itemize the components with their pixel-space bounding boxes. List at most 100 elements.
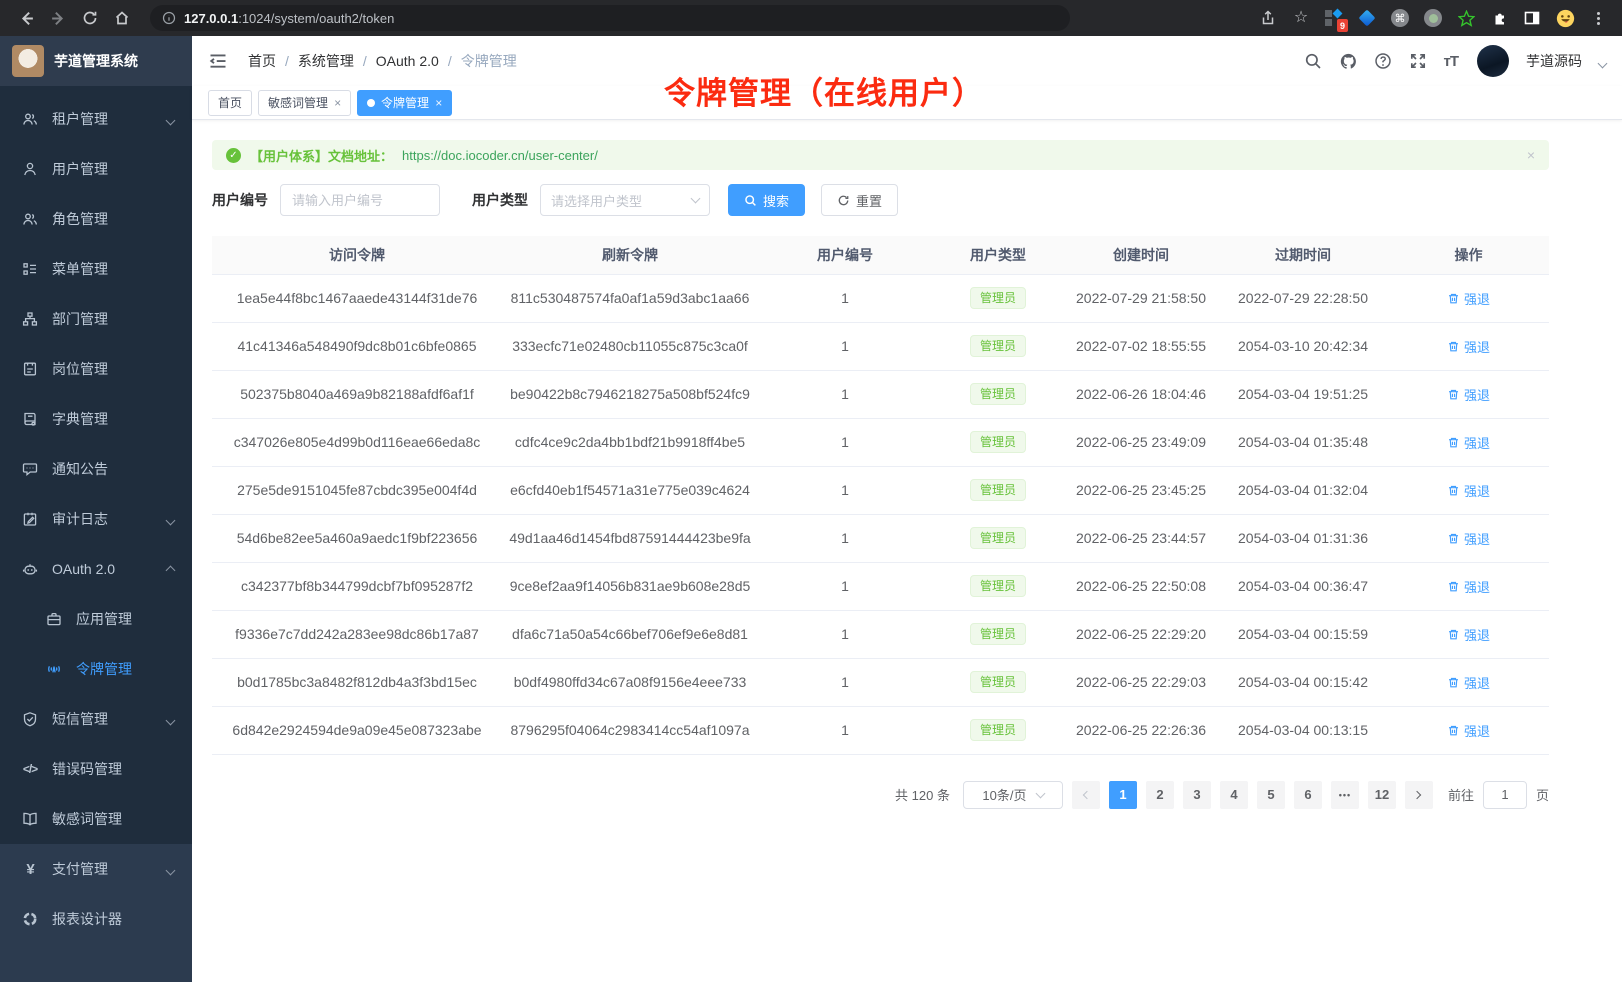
- pagination-total: 共 120 条: [895, 785, 950, 804]
- tag-令牌管理[interactable]: 令牌管理×: [357, 90, 452, 116]
- page-button-1[interactable]: 1: [1109, 781, 1137, 809]
- sidebar-item-payment-yen[interactable]: ¥支付管理: [0, 844, 192, 894]
- bookmark-star-icon[interactable]: ☆: [1291, 8, 1311, 28]
- page-button-3[interactable]: 3: [1183, 781, 1211, 809]
- browser-reload-icon[interactable]: [76, 4, 104, 32]
- more-pages-button[interactable]: •••: [1331, 781, 1359, 809]
- next-page-button[interactable]: [1405, 781, 1433, 809]
- force-logout-button[interactable]: 强退: [1447, 337, 1490, 356]
- force-logout-button[interactable]: 强退: [1447, 481, 1490, 500]
- alert-close-icon[interactable]: ×: [1527, 147, 1535, 163]
- sidebar-item-application-briefcase[interactable]: 应用管理: [0, 594, 192, 644]
- force-logout-button[interactable]: 强退: [1447, 433, 1490, 452]
- avatar[interactable]: [1477, 45, 1509, 77]
- force-logout-button[interactable]: 强退: [1447, 625, 1490, 644]
- github-icon[interactable]: [1338, 51, 1358, 71]
- action-cell: 强退: [1388, 514, 1549, 562]
- extension-star-icon[interactable]: [1456, 8, 1476, 28]
- browser-menu-icon[interactable]: [1588, 8, 1608, 28]
- extension-command-icon[interactable]: ⌘: [1390, 8, 1410, 28]
- force-logout-button[interactable]: 强退: [1447, 289, 1490, 308]
- tag-首页[interactable]: 首页: [208, 90, 252, 116]
- sidebar-toggle-icon[interactable]: [1522, 8, 1542, 28]
- sidebar-item-error-code[interactable]: </>错误码管理: [0, 744, 192, 794]
- sidebar-item-oauth-robot[interactable]: OAuth 2.0: [0, 544, 192, 594]
- force-logout-button[interactable]: 强退: [1447, 721, 1490, 740]
- tag-close-icon[interactable]: ×: [435, 97, 442, 109]
- force-logout-button[interactable]: 强退: [1447, 673, 1490, 692]
- user-type-cell: 管理员: [932, 322, 1064, 370]
- page-button-5[interactable]: 5: [1257, 781, 1285, 809]
- page-button-6[interactable]: 6: [1294, 781, 1322, 809]
- logo-image: [12, 45, 44, 77]
- access-token-cell: c347026e805e4d99b0d116eae66eda8c: [212, 418, 502, 466]
- help-icon[interactable]: [1373, 51, 1393, 71]
- extension-diamond-icon[interactable]: [1357, 8, 1377, 28]
- app-logo[interactable]: 芋道管理系统: [0, 36, 192, 86]
- force-logout-button[interactable]: 强退: [1447, 577, 1490, 596]
- page-button-4[interactable]: 4: [1220, 781, 1248, 809]
- site-info-icon[interactable]: [162, 11, 176, 25]
- extension-record-icon[interactable]: [1423, 8, 1443, 28]
- url-bar[interactable]: 127.0.0.1:1024/system/oauth2/token: [150, 5, 1070, 31]
- breadcrumb-item[interactable]: 系统管理: [298, 51, 354, 71]
- browser-home-icon[interactable]: [108, 4, 136, 32]
- trash-icon: [1447, 484, 1460, 497]
- user-name[interactable]: 芋道源码: [1526, 51, 1582, 71]
- reset-button[interactable]: 重置: [821, 184, 898, 216]
- search-icon[interactable]: [1303, 51, 1323, 71]
- extension-grid-icon[interactable]: 9: [1324, 8, 1344, 28]
- browser-forward-icon[interactable]: [44, 4, 72, 32]
- fullscreen-icon[interactable]: [1408, 51, 1428, 71]
- force-logout-button[interactable]: 强退: [1447, 529, 1490, 548]
- browser-chrome: 127.0.0.1:1024/system/oauth2/token ☆ 9 ⌘: [0, 0, 1622, 36]
- page-button-2[interactable]: 2: [1146, 781, 1174, 809]
- sidebar-item-report-designer[interactable]: 报表设计器: [0, 894, 192, 944]
- sidebar-item-post-card[interactable]: 岗位管理: [0, 344, 192, 394]
- tag-敏感词管理[interactable]: 敏感词管理×: [258, 90, 351, 116]
- trash-icon: [1447, 436, 1460, 449]
- sidebar-item-sms-shield[interactable]: 短信管理: [0, 694, 192, 744]
- sidebar-item-tenant-users[interactable]: 租户管理: [0, 94, 192, 144]
- sidebar-item-label: 菜单管理: [52, 259, 108, 279]
- sidebar-item-menu-tree[interactable]: 菜单管理: [0, 244, 192, 294]
- trash-icon: [1447, 676, 1460, 689]
- sidebar-item-dictionary-book[interactable]: 字典管理: [0, 394, 192, 444]
- search-button[interactable]: 搜索: [728, 184, 805, 216]
- force-logout-label: 强退: [1464, 385, 1490, 404]
- sidebar: 芋道管理系统 租户管理用户管理角色管理菜单管理部门管理岗位管理字典管理通知公告审…: [0, 36, 192, 982]
- breadcrumb-item[interactable]: 首页: [248, 51, 276, 71]
- chevron-down-icon[interactable]: [1599, 54, 1606, 70]
- user-type-cell: 管理员: [932, 274, 1064, 322]
- font-size-icon[interactable]: ᴛT: [1443, 53, 1458, 70]
- browser-back-icon[interactable]: [12, 4, 40, 32]
- force-logout-label: 强退: [1464, 433, 1490, 452]
- force-logout-label: 强退: [1464, 481, 1490, 500]
- created-time-cell: 2022-07-29 21:58:50: [1064, 274, 1218, 322]
- sidebar-item-label: 部门管理: [52, 309, 108, 329]
- page-size-select[interactable]: 10条/页: [963, 781, 1063, 809]
- goto-page-input[interactable]: [1483, 781, 1527, 809]
- tag-close-icon[interactable]: ×: [334, 97, 341, 109]
- user-type-select[interactable]: 请选择用户类型: [540, 184, 710, 216]
- force-logout-button[interactable]: 强退: [1447, 385, 1490, 404]
- breadcrumb-item[interactable]: OAuth 2.0: [376, 53, 439, 69]
- user-id-input[interactable]: [280, 184, 440, 216]
- sidebar-item-token-signal[interactable]: 令牌管理: [0, 644, 192, 694]
- sidebar-item-sensitive-word-book[interactable]: 敏感词管理: [0, 794, 192, 844]
- sidebar-item-user[interactable]: 用户管理: [0, 144, 192, 194]
- prev-page-button[interactable]: [1072, 781, 1100, 809]
- doc-link[interactable]: https://doc.iocoder.cn/user-center/: [402, 148, 598, 163]
- sidebar-item-announcement-bubble[interactable]: 通知公告: [0, 444, 192, 494]
- sidebar-item-audit-log[interactable]: 审计日志: [0, 494, 192, 544]
- sidebar-fold-icon[interactable]: [208, 50, 230, 72]
- access-token-cell: 6d842e2924594de9a09e45e087323abe: [212, 706, 502, 754]
- sidebar-item-role-users[interactable]: 角色管理: [0, 194, 192, 244]
- page-button-12[interactable]: 12: [1368, 781, 1396, 809]
- sidebar-item-org-tree[interactable]: 部门管理: [0, 294, 192, 344]
- user-type-cell: 管理员: [932, 658, 1064, 706]
- share-icon[interactable]: [1258, 8, 1278, 28]
- extension-puzzle-icon[interactable]: [1489, 8, 1509, 28]
- profile-avatar-emoji[interactable]: [1555, 8, 1575, 28]
- user-type-badge: 管理员: [970, 383, 1026, 405]
